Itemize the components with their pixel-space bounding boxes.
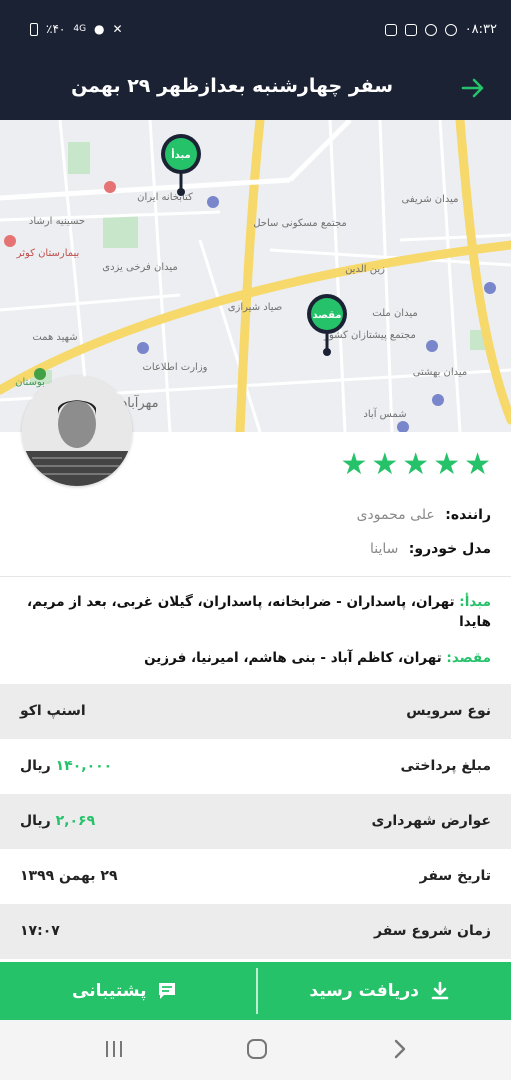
map-label: وزارت اطلاعات	[143, 362, 208, 373]
place-icon	[207, 196, 219, 208]
back-nav-icon[interactable]	[392, 1038, 408, 1060]
receipt-button-label: دریافت رسید	[309, 981, 419, 1001]
place-icon	[432, 394, 444, 406]
instagram-icon	[404, 23, 417, 36]
map-label: زین الدین	[345, 264, 385, 275]
support-button-label: پشتیبانی	[72, 981, 147, 1001]
detail-label: زمان شروع سفر	[374, 923, 491, 939]
detail-value: ۱۷:۰۷	[20, 923, 60, 939]
toll-amount: ۲,۰۶۹	[55, 813, 96, 829]
support-button[interactable]: پشتیبانی	[72, 962, 178, 1020]
receipt-button[interactable]: دریافت رسید	[309, 962, 451, 1020]
currency-unit: ریال	[20, 758, 51, 774]
map-label: صیاد شیرازی	[228, 302, 283, 313]
map-label: میدان فرخی یزدی	[102, 262, 178, 273]
home-icon[interactable]	[246, 1038, 268, 1060]
map-label: شمس آباد	[363, 407, 406, 420]
gallery-icon	[384, 23, 397, 36]
detail-row-fare: مبلغ پرداختی ۱۴۰,۰۰۰ ریال	[0, 739, 511, 794]
battery-percent: ٪۴۰	[46, 22, 66, 36]
map-label: میدان ملت	[372, 308, 417, 319]
divider	[0, 576, 511, 577]
origin-address: مبدأ: تهران، پاسداران - ضرابخانه، پاسدار…	[21, 592, 491, 632]
origin-label: مبدأ:	[459, 594, 491, 610]
map-label: بیمارستان کوثر	[16, 248, 80, 259]
origin-marker-label: مبدأ	[171, 148, 190, 161]
star-icon: ★	[433, 447, 461, 482]
status-left: ٪۴۰ 4G ● ✕	[30, 22, 123, 36]
place-icon	[137, 342, 149, 354]
driver-name-label: راننده:	[445, 507, 491, 523]
star-icon: ★	[340, 447, 368, 482]
hospital-icon	[4, 235, 16, 247]
driver-name-row: راننده: علی محمودی	[357, 507, 491, 523]
download-icon	[431, 981, 449, 1000]
status-right: ۰۸:۳۲	[384, 22, 497, 37]
detail-value: ۱۴۰,۰۰۰ ریال	[20, 758, 112, 774]
network-type: 4G	[73, 24, 87, 34]
map-label: شهید همت	[32, 332, 77, 343]
car-model: ساینا	[369, 541, 399, 557]
chat-icon	[159, 983, 176, 999]
battery-icon	[30, 22, 38, 36]
place-icon	[484, 282, 496, 294]
star-icon: ★	[464, 447, 491, 482]
app-notification-icon-2	[444, 23, 457, 36]
place-icon	[397, 421, 409, 432]
driver-avatar	[22, 376, 132, 486]
car-model-row: مدل خودرو: ساینا	[370, 541, 491, 557]
status-bar: ٪۴۰ 4G ● ✕ ۰۸:۳۲	[0, 0, 511, 60]
destination-label: مقصد:	[446, 650, 491, 666]
detail-label: مبلغ پرداختی	[400, 758, 491, 774]
detail-row-service: نوع سرویس اسنپ اکو	[0, 684, 511, 739]
app-notification-icon	[424, 23, 437, 36]
car-model-label: مدل خودرو:	[408, 541, 491, 557]
detail-row-date: تاریخ سفر ۲۹ بهمن ۱۳۹۹	[0, 849, 511, 904]
arrow-right-icon[interactable]	[459, 74, 487, 102]
destination-text: تهران، کاظم آباد - بنی هاشم، امیرنیا، فر…	[144, 650, 442, 666]
hospital-icon	[104, 181, 116, 193]
page-title: سفر چهارشنبه بعدازظهر ۲۹ بهمن	[71, 75, 393, 97]
detail-value: اسنپ اکو	[20, 703, 86, 719]
star-icon: ★	[402, 447, 430, 482]
driver-rating: ★ ★ ★ ★ ★	[340, 450, 491, 480]
location-icon: ●	[94, 22, 105, 36]
detail-value: ۲,۰۶۹ ریال	[20, 813, 95, 829]
detail-label: عوارض شهرداری	[371, 813, 492, 829]
detail-label: نوع سرویس	[406, 703, 491, 719]
currency-unit: ریال	[20, 813, 51, 829]
star-icon: ★	[371, 447, 399, 482]
action-bar: دریافت رسید پشتیبانی	[0, 962, 511, 1020]
detail-label: تاریخ سفر	[419, 868, 491, 884]
fare-amount: ۱۴۰,۰۰۰	[55, 758, 113, 774]
app-header: سفر چهارشنبه بعدازظهر ۲۹ بهمن	[0, 60, 511, 120]
map-label: حسینیه ارشاد	[29, 216, 85, 227]
action-divider	[256, 968, 258, 1014]
mute-icon: ✕	[112, 22, 123, 36]
map-label: میدان شریفی	[402, 194, 459, 205]
park-icon	[34, 368, 46, 380]
recent-apps-icon[interactable]	[104, 1038, 124, 1060]
detail-value: ۲۹ بهمن ۱۳۹۹	[20, 868, 118, 884]
place-icon	[426, 340, 438, 352]
destination-address: مقصد: تهران، کاظم آباد - بنی هاشم، امیرن…	[21, 648, 491, 668]
map-label: کتابخانه ایران	[137, 192, 193, 203]
clock: ۰۸:۳۲	[464, 22, 497, 37]
origin-text: تهران، پاسداران - ضرابخانه، پاسداران، گی…	[27, 594, 491, 630]
detail-row-start-time: زمان شروع سفر ۱۷:۰۷	[0, 904, 511, 959]
detail-row-toll: عوارض شهرداری ۲,۰۶۹ ریال	[0, 794, 511, 849]
destination-marker-label: مقصد	[312, 310, 341, 321]
driver-name: علی محمودی	[356, 507, 435, 523]
system-nav-bar	[0, 1020, 511, 1080]
map-label: مجتمع مسکونی ساحل	[253, 218, 347, 229]
map-label: میدان بهشتی	[413, 367, 468, 378]
map-label: مجتمع پیشتازان کشور	[323, 330, 416, 341]
